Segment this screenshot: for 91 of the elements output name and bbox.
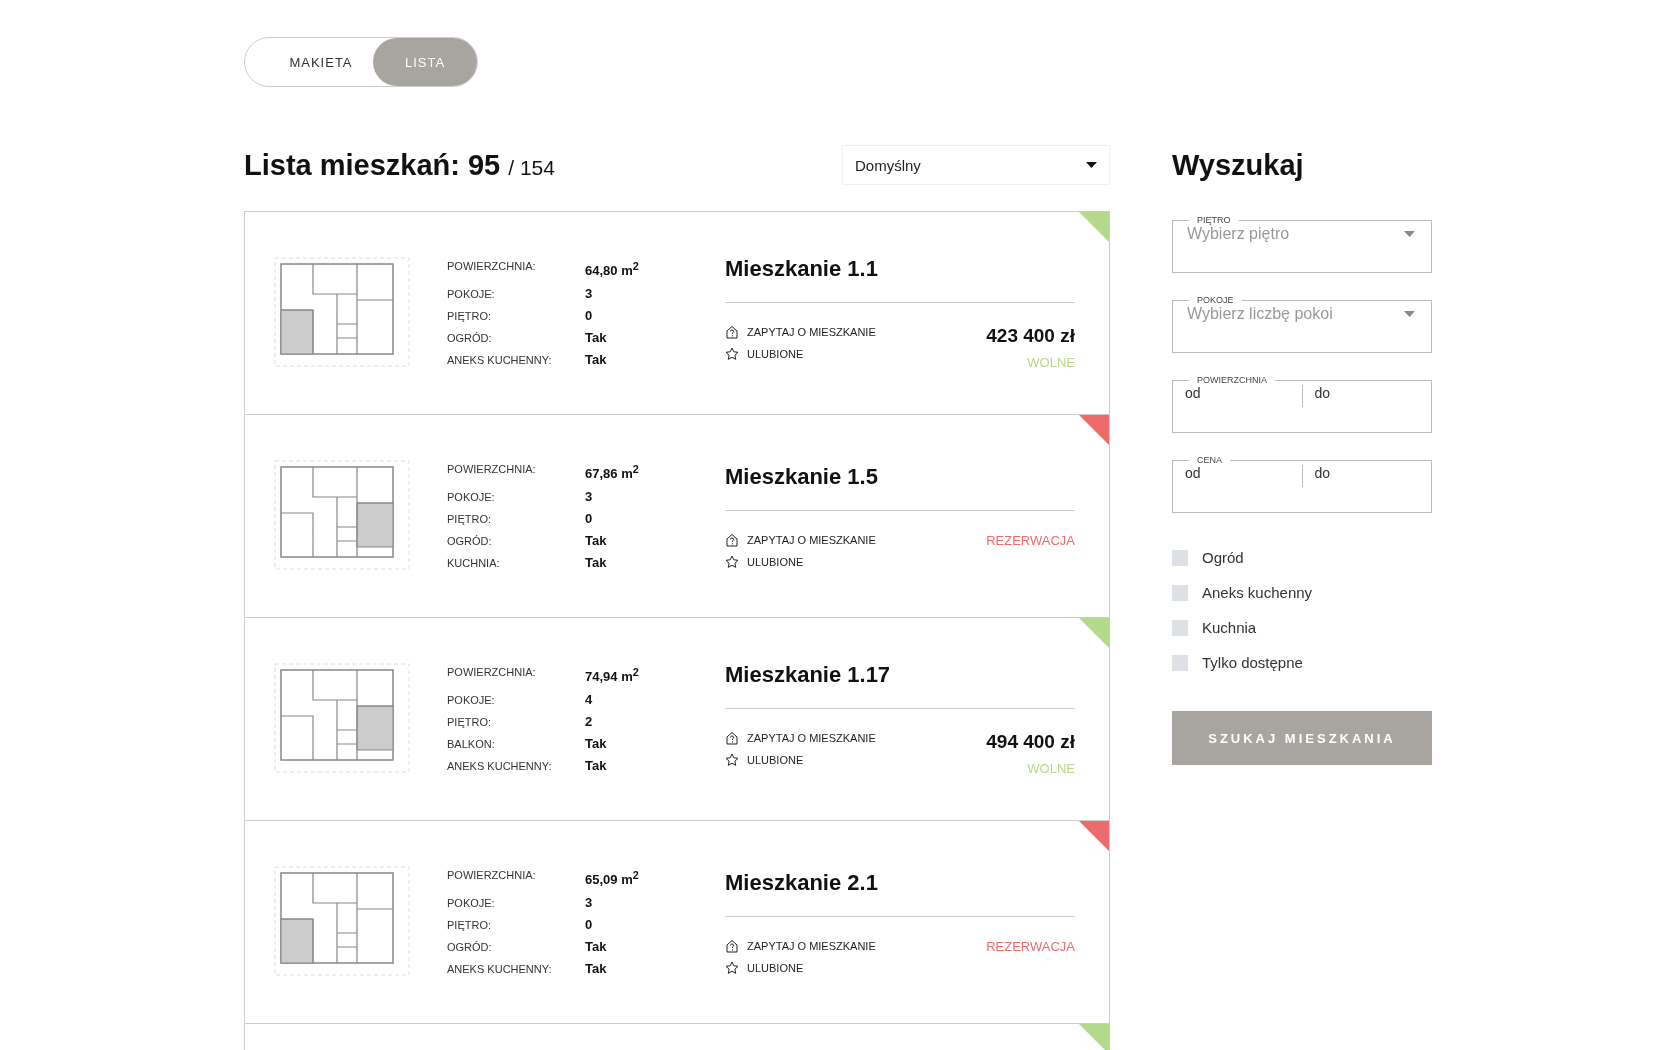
spec-label: POKOJE: bbox=[447, 286, 496, 302]
spec-value: Tak bbox=[585, 938, 608, 955]
caret-icon bbox=[1404, 311, 1415, 317]
spec-value: Tak bbox=[585, 329, 608, 346]
house-question-icon bbox=[725, 731, 739, 745]
spec-value: 65,09 m$^{2}$ bbox=[585, 868, 640, 889]
favorite-link[interactable]: ULUBIONE bbox=[725, 753, 876, 767]
search-title: Wyszukaj bbox=[1172, 148, 1305, 183]
spec-label: POWIERZCHNIA: bbox=[447, 259, 537, 275]
status-label: WOLNE bbox=[1027, 355, 1075, 370]
inquire-link[interactable]: ZAPYTAJ O MIESZKANIE bbox=[725, 325, 876, 339]
spec-label: POWIERZCHNIA: bbox=[447, 462, 537, 478]
field-label: PIĘTRO bbox=[1196, 215, 1232, 225]
spec-label: PIĘTRO: bbox=[447, 511, 492, 527]
spec-value: Tak bbox=[585, 532, 608, 549]
spec-value: 74,94 m$^{2}$ bbox=[585, 665, 640, 686]
list-title: Lista mieszkań: bbox=[244, 148, 460, 182]
status-label: REZERWACJA bbox=[986, 938, 1075, 954]
spec-label: OGRÓD: bbox=[447, 330, 493, 346]
house-question-icon bbox=[725, 325, 739, 339]
inquire-link[interactable]: ZAPYTAJ O MIESZKANIE bbox=[725, 731, 876, 745]
checkbox[interactable] bbox=[1172, 549, 1188, 566]
spec-label: BALKON: bbox=[447, 736, 496, 752]
input-field[interactable]: od bbox=[1173, 465, 1302, 487]
favorite-link[interactable]: ULUBIONE bbox=[725, 554, 876, 569]
spec-value: 3 bbox=[585, 285, 594, 302]
favorite-link[interactable]: ULUBIONE bbox=[725, 960, 876, 975]
spec-label: PIĘTRO: bbox=[447, 308, 492, 324]
field-label: CENA bbox=[1196, 455, 1223, 465]
star-icon bbox=[725, 347, 739, 361]
spec-value: 4 bbox=[585, 691, 594, 708]
apartment-name: Mieszkanie 2.1 bbox=[725, 869, 1075, 917]
view-tab[interactable]: MAKIETA bbox=[245, 38, 373, 86]
checkbox-label: Ogród bbox=[1202, 549, 1244, 566]
house-question-icon bbox=[725, 532, 739, 547]
star-icon bbox=[725, 960, 739, 975]
apartment-name: Mieszkanie 1.17 bbox=[725, 662, 1075, 709]
status-label: REZERWACJA bbox=[986, 532, 1075, 548]
spec-value: Tak bbox=[585, 757, 608, 774]
spec-label: ANEKS KUCHENNY: bbox=[447, 758, 553, 774]
spec-value: Tak bbox=[585, 554, 608, 571]
spec-value: 3 bbox=[585, 488, 594, 505]
checkbox-label: Tylko dostępne bbox=[1202, 654, 1303, 671]
apartment-name: Mieszkanie 1.5 bbox=[725, 463, 1075, 511]
spec-label: POKOJE: bbox=[447, 895, 496, 911]
spec-value: Tak bbox=[585, 735, 608, 752]
status-label: WOLNE bbox=[1027, 761, 1075, 776]
price: 423 400 zł bbox=[986, 325, 1075, 347]
spec-label: ANEKS KUCHENNY: bbox=[447, 352, 553, 368]
star-icon bbox=[725, 554, 739, 569]
spec-value: Tak bbox=[585, 960, 608, 977]
favorite-link[interactable]: ULUBIONE bbox=[725, 347, 876, 361]
checkbox[interactable] bbox=[1172, 619, 1188, 636]
spec-value: 0 bbox=[585, 916, 594, 933]
spec-label: POKOJE: bbox=[447, 692, 496, 708]
input-field[interactable]: do bbox=[1301, 465, 1431, 487]
spec-label: ANEKS KUCHENNY: bbox=[447, 961, 553, 977]
spec-value: 67,86 m$^{2}$ bbox=[585, 462, 640, 483]
spec-value: Tak bbox=[585, 351, 608, 368]
star-icon bbox=[725, 753, 739, 767]
spec-value: 64,80 m$^{2}$ bbox=[585, 259, 640, 280]
field-label: POKOJE bbox=[1196, 295, 1235, 305]
input-field[interactable]: od bbox=[1173, 385, 1302, 407]
inquire-link[interactable]: ZAPYTAJ O MIESZKANIE bbox=[725, 532, 876, 547]
caret-icon bbox=[1086, 162, 1097, 168]
caret-icon bbox=[1404, 231, 1415, 237]
input-field[interactable]: do bbox=[1301, 385, 1431, 407]
spec-label: POWIERZCHNIA: bbox=[447, 665, 537, 681]
spec-label: PIĘTRO: bbox=[447, 714, 492, 730]
spec-label: OGRÓD: bbox=[447, 533, 493, 549]
sort-dropdown[interactable]: Domyślny bbox=[842, 145, 1110, 185]
spec-value: 0 bbox=[585, 510, 594, 527]
checkbox-label: Aneks kuchenny bbox=[1202, 584, 1313, 601]
spec-label: OGRÓD: bbox=[447, 939, 493, 955]
spec-label: POWIERZCHNIA: bbox=[447, 868, 537, 884]
spec-value: 2 bbox=[585, 713, 594, 730]
checkbox[interactable] bbox=[1172, 584, 1188, 601]
spec-label: KUCHNIA: bbox=[447, 555, 501, 571]
spec-label: PIĘTRO: bbox=[447, 917, 492, 933]
price: 494 400 zł bbox=[986, 731, 1075, 753]
spec-value: 3 bbox=[585, 894, 594, 911]
inquire-link[interactable]: ZAPYTAJ O MIESZKANIE bbox=[725, 938, 876, 953]
spec-value: 0 bbox=[585, 307, 594, 324]
spec-label: POKOJE: bbox=[447, 489, 496, 505]
apartment-total: / 154 bbox=[508, 155, 555, 180]
checkbox-label: Kuchnia bbox=[1202, 619, 1257, 636]
apartment-count: 95 bbox=[468, 148, 501, 182]
apartment-name: Mieszkanie 1.1 bbox=[725, 256, 1075, 303]
field-label: POWIERZCHNIA bbox=[1196, 375, 1268, 385]
checkbox[interactable] bbox=[1172, 654, 1188, 671]
house-question-icon bbox=[725, 938, 739, 953]
